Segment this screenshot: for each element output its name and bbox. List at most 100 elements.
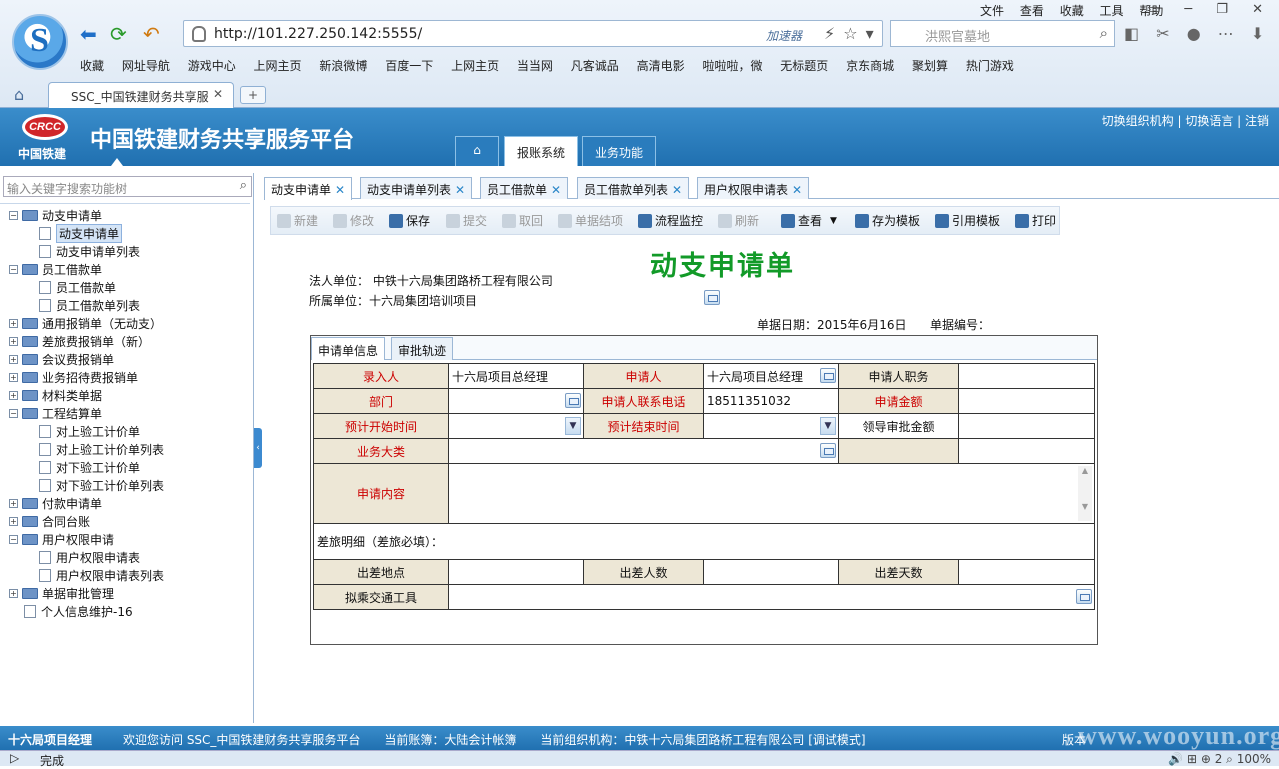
tree-item[interactable]: + 会议费报销单	[9, 350, 114, 368]
url-text[interactable]: http://101.227.250.142:5555/	[214, 26, 422, 42]
zoom-level[interactable]: 100%	[1237, 752, 1271, 766]
tab-request-info[interactable]: 申请单信息	[311, 337, 386, 360]
collapse-icon[interactable]: −	[9, 534, 18, 544]
chevron-down-icon[interactable]: ▼	[565, 417, 581, 435]
tree-item[interactable]: + 通用报销单（无动支）	[9, 314, 162, 332]
collapse-icon[interactable]: −	[9, 210, 18, 220]
search-icon[interactable]: ⌕	[240, 178, 247, 193]
content-tab[interactable]: 用户权限申请表 ✕	[697, 177, 810, 199]
expand-icon[interactable]: +	[9, 372, 18, 382]
bookmark-item[interactable]: 高清电影	[637, 59, 685, 73]
content-tab[interactable]: 员工借款单列表 ✕	[577, 177, 690, 199]
tree-item[interactable]: + 业务招待费报销单	[9, 368, 138, 386]
expand-icon[interactable]: +	[9, 390, 18, 400]
tree-item[interactable]: 个人信息维护-16	[24, 602, 133, 620]
bookmark-item[interactable]: 凡客诚品	[571, 59, 619, 73]
tree-item[interactable]: 员工借款单	[39, 278, 116, 296]
bookmark-item[interactable]: 当当网	[517, 59, 553, 73]
bookmark-item[interactable]: 游戏中心	[188, 59, 236, 73]
tree-item[interactable]: + 合同台账	[9, 512, 90, 530]
vehicle-picker-icon[interactable]	[1076, 589, 1092, 604]
expand-icon[interactable]: +	[9, 318, 18, 328]
tree-item[interactable]: − 用户权限申请	[9, 530, 114, 548]
use-template-button[interactable]: 引用模板	[935, 212, 1000, 229]
applicant-field[interactable]: 十六局项目总经理	[703, 363, 839, 389]
address-bar[interactable]: http://101.227.250.142:5555/ 加速器 ⚡☆▾	[183, 20, 883, 47]
close-icon[interactable]: ✕	[455, 183, 465, 197]
expand-icon[interactable]: +	[9, 336, 18, 346]
bookmark-item[interactable]: 上网主页	[254, 59, 302, 73]
menu-favorites[interactable]: 收藏	[1060, 4, 1084, 18]
menu-file[interactable]: 文件	[980, 4, 1004, 18]
travel-place-field[interactable]	[448, 559, 584, 585]
close-icon[interactable]: ✕	[213, 87, 223, 101]
bookmark-item[interactable]: 聚划算	[912, 59, 948, 73]
content-tab[interactable]: 动支申请单 ✕	[264, 177, 353, 200]
leader-amount-field[interactable]	[958, 413, 1095, 439]
amount-field[interactable]	[958, 388, 1095, 414]
content-tab[interactable]: 动支申请单列表 ✕	[360, 177, 473, 199]
save-template-button[interactable]: 存为模板	[855, 212, 920, 229]
tree-item[interactable]: 动支申请单	[39, 223, 123, 243]
close-icon[interactable]: ✕	[792, 183, 802, 197]
chevron-down-icon[interactable]: ▼	[820, 417, 836, 435]
collapse-icon[interactable]: −	[9, 408, 18, 418]
collapse-icon[interactable]: −	[9, 264, 18, 274]
browser-search-input[interactable]: 洪熙官墓地 ⌕	[890, 20, 1115, 47]
expand-icon[interactable]: +	[9, 498, 18, 508]
print-button[interactable]: 打印	[1015, 212, 1056, 229]
menu-view[interactable]: 查看	[1020, 4, 1044, 18]
tab-approval-trail[interactable]: 审批轨迹	[391, 337, 454, 360]
close-icon[interactable]: ✕	[551, 183, 561, 197]
sidebar-toggle-icon[interactable]: ▷	[10, 751, 19, 765]
dept-picker-icon[interactable]	[565, 393, 581, 408]
unit-picker-icon[interactable]	[704, 290, 720, 305]
bookmark-item[interactable]: 收藏	[80, 59, 104, 73]
tree-item[interactable]: + 材料类单据	[9, 386, 102, 404]
menu-tools[interactable]: 工具	[1100, 4, 1124, 18]
bookmark-item[interactable]: 网址导航	[122, 59, 170, 73]
tree-item[interactable]: − 工程结算单	[9, 404, 102, 422]
top-links[interactable]: 切换组织机构 | 切换语言 | 注销	[1102, 112, 1269, 129]
category-picker-icon[interactable]	[820, 443, 836, 458]
tree-item[interactable]: + 差旅费报销单（新）	[9, 332, 150, 350]
tree-item[interactable]: 对下验工计价单列表	[39, 476, 164, 494]
refresh-button[interactable]: 刷新	[718, 212, 759, 229]
phone-field[interactable]: 18511351032	[703, 388, 839, 414]
tree-item[interactable]: 员工借款单列表	[39, 296, 140, 314]
tab-reimbursement[interactable]: 报账系统	[504, 136, 579, 166]
dept-field[interactable]	[448, 388, 584, 414]
bookmark-item[interactable]: 啦啦啦，微	[702, 59, 762, 73]
collapse-header-icon[interactable]	[111, 158, 123, 166]
applicant-picker-icon[interactable]	[820, 368, 836, 383]
undo-icon[interactable]: ↶	[143, 22, 160, 46]
sidebar-toggle-handle[interactable]: ‹	[254, 428, 262, 468]
close-item-button[interactable]: 单据结项	[558, 212, 623, 229]
business-category-field[interactable]	[448, 438, 839, 464]
end-time-field[interactable]: ▼	[703, 413, 839, 439]
view-button[interactable]: 查看 ▼	[781, 212, 837, 229]
expand-icon[interactable]: +	[9, 588, 18, 598]
accelerator-label[interactable]: 加速器	[766, 27, 802, 44]
applicant-title-field[interactable]	[958, 363, 1095, 389]
scrollbar[interactable]: ▲ ▼	[1078, 466, 1092, 521]
tree-search-input[interactable]: 输入关键字搜索功能树 ⌕	[3, 176, 252, 197]
tree-item[interactable]: + 单据审批管理	[9, 584, 114, 602]
home-icon[interactable]: ⌂	[14, 85, 24, 104]
content-tab[interactable]: 员工借款单 ✕	[480, 177, 569, 199]
tree-item[interactable]: − 动支申请单	[9, 206, 102, 224]
tree-item[interactable]: + 付款申请单	[9, 494, 102, 512]
bookmark-item[interactable]: 京东商城	[846, 59, 894, 73]
submit-button[interactable]: 提交	[446, 212, 487, 229]
new-tab-button[interactable]: +	[240, 86, 266, 104]
bookmark-item[interactable]: 百度一下	[385, 59, 433, 73]
start-time-field[interactable]: ▼	[448, 413, 584, 439]
travel-days-field[interactable]	[958, 559, 1095, 585]
save-button[interactable]: 保存	[389, 212, 430, 229]
new-button[interactable]: 新建	[277, 212, 318, 229]
bookmark-item[interactable]: 新浪微博	[319, 59, 367, 73]
travel-people-field[interactable]	[703, 559, 839, 585]
tree-item[interactable]: 对下验工计价单	[39, 458, 140, 476]
expand-icon[interactable]: +	[9, 354, 18, 364]
content-textarea[interactable]: ▲ ▼	[448, 463, 1095, 524]
